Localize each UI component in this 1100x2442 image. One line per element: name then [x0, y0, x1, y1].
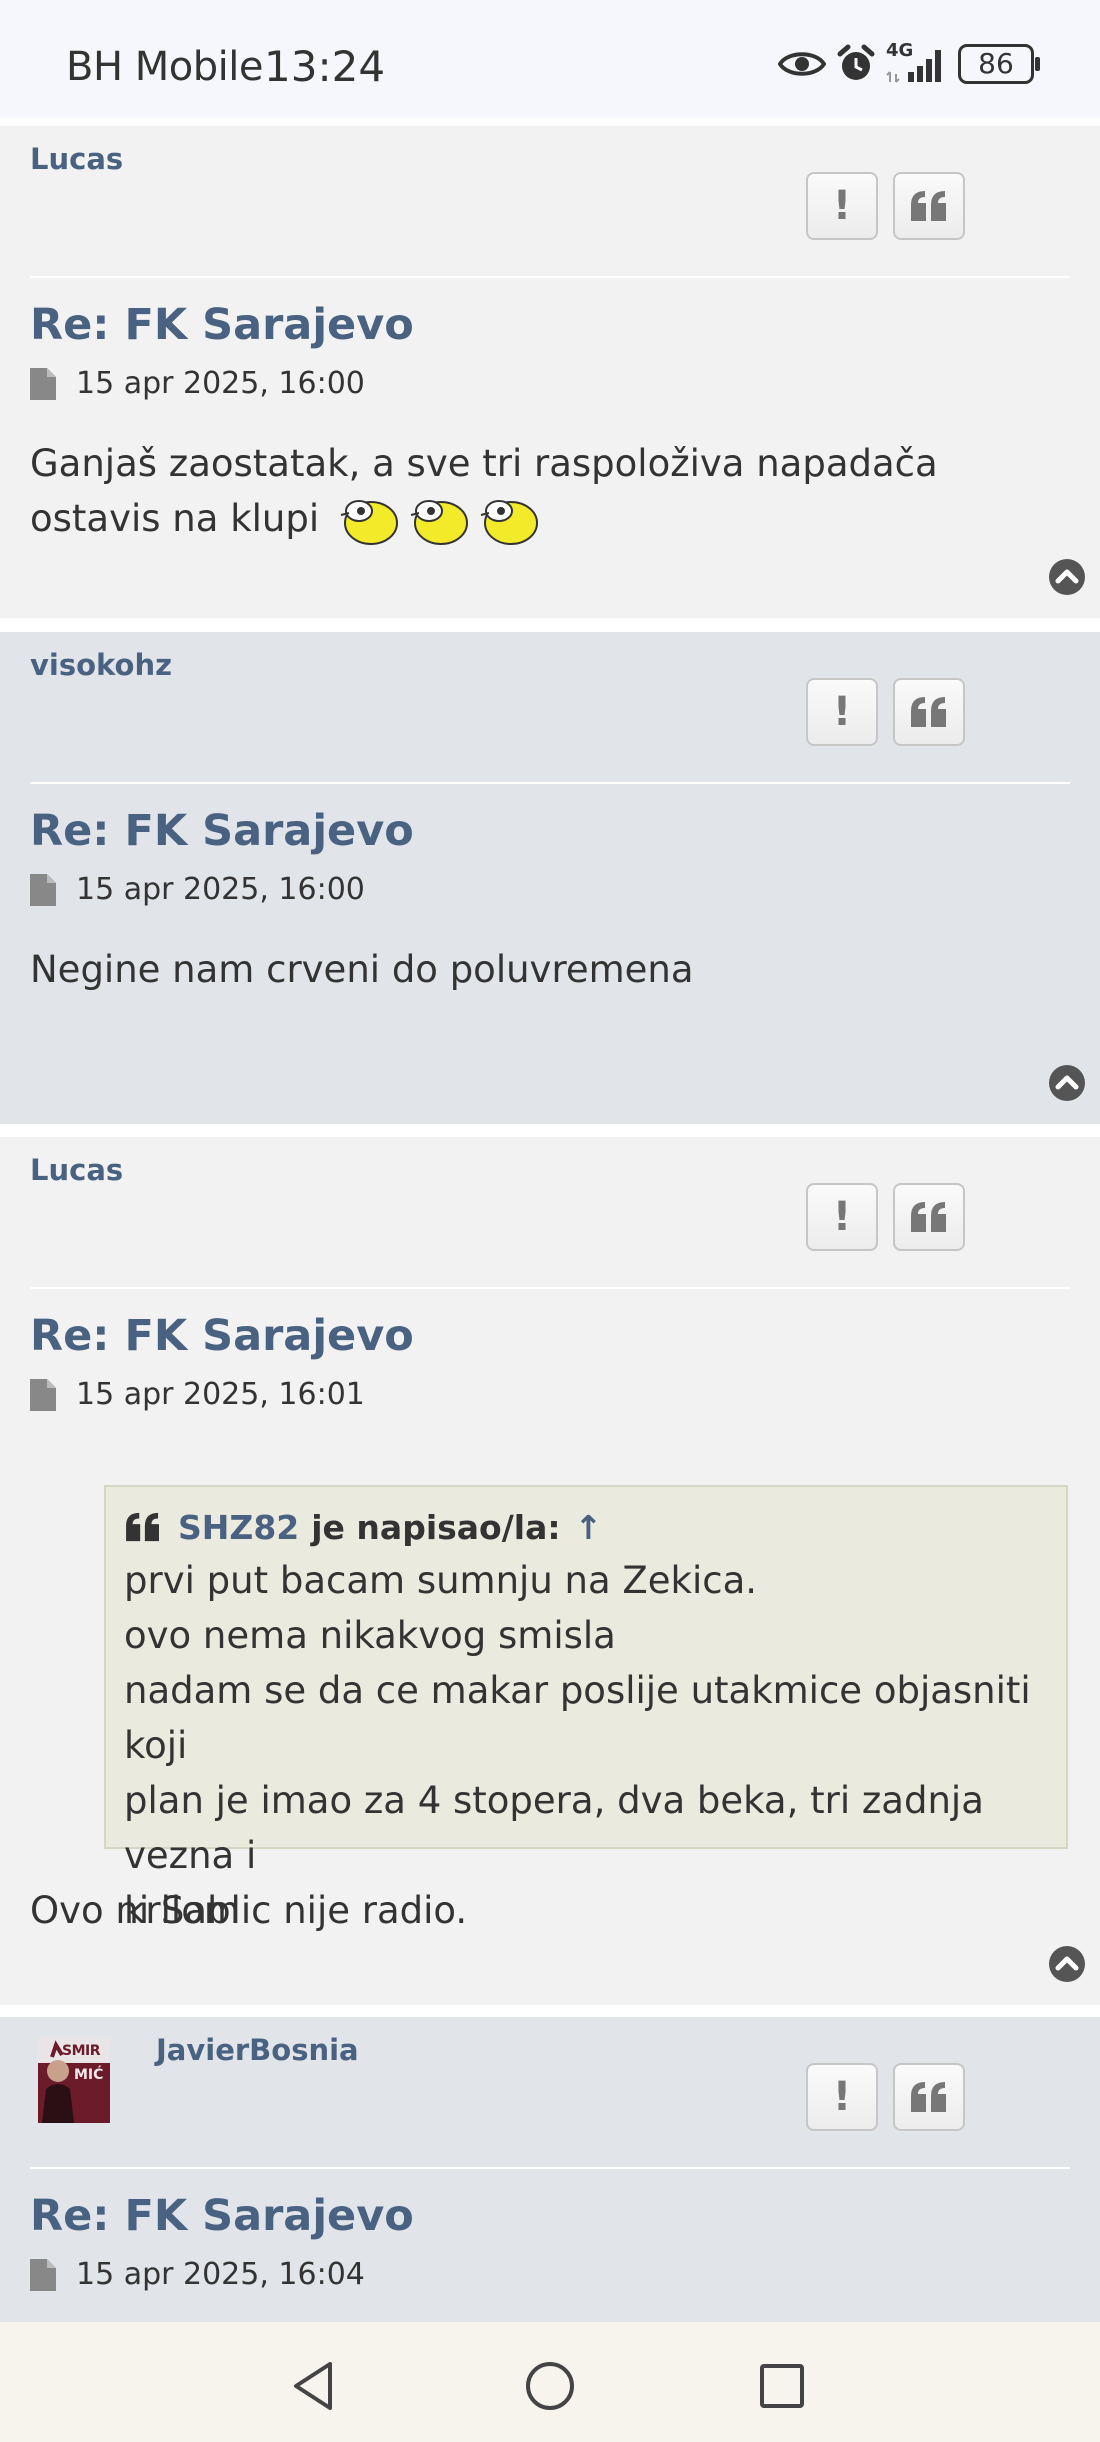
quote-line: prvi put bacam sumnju na Zekica.: [124, 1559, 758, 1602]
post: Lucas ! Re: FK Sarajevo 15 apr 2025, 16:…: [0, 1137, 1100, 2005]
quote-source-link[interactable]: ↑: [575, 1508, 603, 1547]
post-author[interactable]: Lucas: [30, 142, 123, 176]
nav-recents-icon[interactable]: [758, 2360, 806, 2412]
post-date: 15 apr 2025, 16:04: [76, 2257, 365, 2292]
nav-home-icon[interactable]: [524, 2360, 576, 2412]
post-date: 15 apr 2025, 16:00: [76, 872, 365, 907]
quote-body: prvi put bacam sumnju na Zekica. ovo nem…: [124, 1553, 1048, 1938]
post-divider: [30, 1287, 1070, 1289]
report-icon: !: [832, 1194, 852, 1240]
signal-icon: 4G: [886, 40, 948, 84]
post: SMIR MIĆ JavierBosnia ! Re: FK Sarajevo …: [0, 2017, 1100, 2322]
report-button[interactable]: !: [806, 678, 878, 746]
post-content: Ovo ni Sablic nije radio.: [30, 1889, 468, 1932]
post-meta: 15 apr 2025, 16:04: [30, 2257, 365, 2292]
document-icon: [30, 2258, 56, 2291]
quote-icon: [911, 2082, 946, 2112]
back-to-top-icon[interactable]: [1048, 558, 1086, 596]
post-date: 15 apr 2025, 16:00: [76, 366, 365, 401]
avatar[interactable]: SMIR MIĆ: [38, 2037, 110, 2123]
status-icons: 4G 86: [778, 40, 1040, 84]
quote-icon: [911, 191, 946, 221]
quote-button[interactable]: [893, 172, 965, 240]
quote-icon: [126, 1512, 159, 1542]
smiley-icon: [340, 499, 398, 545]
quote-button[interactable]: [893, 2063, 965, 2131]
clock: 13:24: [264, 42, 386, 91]
carrier-name: BH Mobile: [66, 44, 263, 90]
eye-icon: [778, 52, 826, 76]
post-content: Negine nam crveni do poluvremena: [30, 948, 694, 991]
quote-icon: [911, 697, 946, 727]
quote-header: SHZ82 je napisao/la: ↑: [124, 1501, 1048, 1553]
post-title[interactable]: Re: FK Sarajevo: [30, 806, 414, 856]
quote-wrote: je napisao/la:: [311, 1507, 561, 1547]
post-date: 15 apr 2025, 16:01: [76, 1377, 365, 1412]
post-divider: [30, 2167, 1070, 2169]
quote-line: plan je imao za 4 stopera, dva beka, tri…: [124, 1779, 984, 1877]
post-author[interactable]: visokohz: [30, 648, 172, 682]
post-divider: [30, 782, 1070, 784]
smiley-group: [339, 495, 541, 547]
quote-icon: [911, 1202, 946, 1232]
post-meta: 15 apr 2025, 16:00: [30, 366, 365, 401]
quote-author[interactable]: SHZ82: [178, 1508, 299, 1547]
report-icon: !: [832, 689, 852, 735]
report-icon: !: [832, 2074, 852, 2120]
smiley-icon: [410, 499, 468, 545]
nav-back-icon[interactable]: [290, 2360, 338, 2412]
quote-block: SHZ82 je napisao/la: ↑ prvi put bacam su…: [104, 1485, 1068, 1932]
post-divider: [30, 276, 1070, 278]
post-meta: 15 apr 2025, 16:01: [30, 1377, 365, 1412]
quote-line: ovo nema nikakvog smisla: [124, 1614, 616, 1657]
avatar-text: MIĆ: [74, 2067, 104, 2083]
post-title[interactable]: Re: FK Sarajevo: [30, 2191, 414, 2241]
post-meta: 15 apr 2025, 16:00: [30, 872, 365, 907]
quote-line: nadam se da ce makar poslije utakmice ob…: [124, 1669, 1031, 1767]
post-content: Ganjaš zaostatak, a sve tri raspoloživa …: [30, 436, 1070, 547]
post-author[interactable]: Lucas: [30, 1153, 123, 1187]
avatar-text: SMIR: [62, 2043, 101, 2059]
post-author[interactable]: JavierBosnia: [156, 2033, 359, 2067]
system-nav-bar: [0, 2322, 1100, 2442]
quote-button[interactable]: [893, 678, 965, 746]
post: Lucas ! Re: FK Sarajevo 15 apr 2025, 16:…: [0, 126, 1100, 618]
post: visokohz ! Re: FK Sarajevo 15 apr 2025, …: [0, 632, 1100, 1124]
report-button[interactable]: !: [806, 1183, 878, 1251]
post-title[interactable]: Re: FK Sarajevo: [30, 1311, 414, 1361]
report-button[interactable]: !: [806, 2063, 878, 2131]
quote-button[interactable]: [893, 1183, 965, 1251]
report-button[interactable]: !: [806, 172, 878, 240]
back-to-top-icon[interactable]: [1048, 1064, 1086, 1102]
report-icon: !: [832, 183, 852, 229]
document-icon: [30, 1378, 56, 1411]
alarm-icon: [837, 44, 875, 80]
document-icon: [30, 873, 56, 906]
smiley-icon: [480, 499, 538, 545]
battery-icon: 86: [958, 44, 1040, 84]
post-title[interactable]: Re: FK Sarajevo: [30, 300, 414, 350]
status-bar: BH Mobile 13:24 4G 86: [0, 0, 1100, 118]
back-to-top-icon[interactable]: [1048, 1945, 1086, 1983]
document-icon: [30, 367, 56, 400]
